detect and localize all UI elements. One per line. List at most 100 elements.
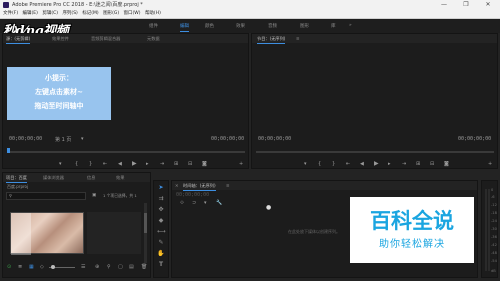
razor-tool-icon[interactable]: ◆ (157, 217, 165, 224)
clip-thumbnail[interactable] (10, 212, 84, 255)
zoom-slider[interactable] (49, 265, 75, 269)
type-tool-icon[interactable]: T (157, 261, 165, 268)
new-item-icon[interactable]: ▢ (118, 264, 123, 270)
workspace-audio[interactable]: 音频 (268, 23, 277, 29)
workspace-effects[interactable]: 效果 (236, 23, 245, 29)
overwrite-icon[interactable]: ⊟ (188, 161, 192, 167)
menu-file[interactable]: 文件(F) (3, 10, 18, 18)
project-search-input[interactable]: ⚲ (6, 192, 86, 200)
insert-icon[interactable]: ⊞ (174, 161, 178, 167)
program-go-to-out-icon[interactable]: ⇥ (402, 161, 406, 167)
list-view-icon[interactable]: ≣ (18, 264, 22, 270)
mark-out-icon[interactable]: } (89, 161, 92, 167)
workspace-assembly[interactable]: 组件 (149, 23, 158, 29)
meter-label-48: -48 (491, 251, 497, 255)
meter-label-42: -42 (491, 243, 497, 247)
program-go-to-in-icon[interactable]: ⇤ (346, 161, 350, 167)
hand-tool-icon[interactable]: ✋ (157, 250, 165, 257)
tab-effects[interactable]: 效果 (116, 175, 124, 181)
find-icon[interactable]: ⚲ (107, 264, 111, 270)
new-folder-icon[interactable]: ▤ (129, 264, 134, 270)
workspace-editing[interactable]: 编辑 (180, 23, 189, 32)
program-time-ruler[interactable] (256, 151, 494, 153)
project-scrollbar[interactable] (144, 203, 147, 263)
program-play-icon[interactable]: ▶ (374, 160, 379, 167)
program-export-frame-icon[interactable]: ◙ (444, 161, 449, 167)
menu-sequence[interactable]: 序列(S) (62, 10, 77, 18)
program-add-button-icon[interactable]: + (488, 161, 492, 167)
source-timecode-duration: 00;00;00;00 (211, 136, 245, 142)
add-marker-timeline-icon[interactable]: ▾ (204, 200, 207, 206)
program-mark-in-icon[interactable]: { (318, 161, 321, 167)
minimize-button[interactable]: — (433, 0, 455, 10)
tab-audio-clip-mixer[interactable]: 音频剪辑混合器 (91, 36, 120, 42)
menu-clip[interactable]: 剪辑(C) (42, 10, 58, 18)
new-bin-icon[interactable]: ▣ (92, 193, 96, 198)
add-marker-icon[interactable]: ▾ (59, 161, 62, 167)
delete-icon[interactable]: 🗑 (141, 264, 147, 270)
selection-tool-icon[interactable]: ➤ (157, 184, 165, 191)
workspace-graphics[interactable]: 图形 (300, 23, 309, 29)
workspace-libraries[interactable]: 库 (331, 23, 336, 29)
program-step-back-icon[interactable]: ◀ (360, 161, 364, 167)
menu-window[interactable]: 窗口(W) (124, 10, 141, 18)
source-playhead[interactable] (7, 148, 10, 153)
lock-icon[interactable]: ⊙ (7, 264, 11, 270)
program-add-marker-icon[interactable]: ▾ (304, 161, 307, 167)
ripple-edit-tool-icon[interactable]: ✥ (157, 206, 165, 213)
extract-icon[interactable]: ⊟ (430, 161, 434, 167)
slip-tool-icon[interactable]: ⟷ (157, 228, 166, 235)
tab-timeline[interactable]: 时间轴：(无序列) (183, 183, 216, 191)
icon-view-icon[interactable]: ▦ (29, 264, 34, 270)
play-icon[interactable]: ▶ (132, 160, 137, 167)
watermark-title: 百科全说 (370, 209, 454, 233)
meter-channel-right (488, 189, 490, 271)
source-add-button-icon[interactable]: + (239, 161, 243, 167)
hint-box: 小提示： 左键点击素材~ 拖动至时间轴中 (7, 67, 111, 120)
go-to-in-icon[interactable]: ⇤ (103, 161, 107, 167)
step-forward-icon[interactable]: ▸ (146, 161, 149, 167)
meter-label-db: dB (491, 269, 496, 273)
export-frame-icon[interactable]: ◙ (202, 161, 207, 167)
program-step-forward-icon[interactable]: ▸ (388, 161, 391, 167)
snap-icon[interactable]: ⟐ (180, 200, 184, 206)
program-mark-out-icon[interactable]: } (332, 161, 335, 167)
timeline-panel-menu-icon[interactable]: ≡ (226, 183, 230, 188)
go-to-out-icon[interactable]: ⇥ (160, 161, 164, 167)
freeform-view-icon[interactable]: ◇ (40, 264, 44, 270)
step-back-icon[interactable]: ◀ (118, 161, 122, 167)
tab-source[interactable]: 源：(无剪辑) (6, 36, 31, 44)
menu-help[interactable]: 帮助(H) (145, 10, 161, 18)
automate-icon[interactable]: ⊕ (95, 264, 99, 270)
source-page-dropdown-icon[interactable]: ▾ (81, 136, 84, 142)
source-time-ruler[interactable] (7, 151, 245, 153)
sort-icon[interactable]: ☰ (81, 264, 85, 270)
timeline-settings-icon[interactable]: 🔧 (216, 200, 222, 206)
program-timecode-current[interactable]: 00;00;00;00 (258, 136, 291, 142)
workspace-more[interactable]: » (349, 23, 352, 28)
pen-tool-icon[interactable]: ✎ (157, 239, 165, 246)
timeline-timecode[interactable]: 00;00;00;00 (176, 192, 209, 198)
program-panel-menu-icon[interactable]: ≡ (296, 36, 300, 41)
menu-marker[interactable]: 标记(M) (82, 10, 98, 18)
lift-icon[interactable]: ⊞ (416, 161, 420, 167)
source-page-select[interactable]: 第 1 页 (55, 136, 71, 143)
track-select-tool-icon[interactable]: ⇉ (157, 195, 165, 202)
menu-edit[interactable]: 编辑(E) (23, 10, 38, 18)
source-timecode-current[interactable]: 00;00;00;00 (9, 136, 42, 142)
tab-effect-controls[interactable]: 效果控件 (52, 36, 69, 42)
tab-project[interactable]: 项目：百度 (6, 175, 27, 183)
linked-selection-icon[interactable]: ⊃ (192, 200, 196, 206)
source-tab-row: 源：(无剪辑) 效果控件 音频剪辑混合器 元数据 (3, 34, 248, 44)
menu-graphics[interactable]: 图形(G) (103, 10, 119, 18)
hint-line-2: 左键点击素材~ (35, 88, 83, 96)
tab-metadata[interactable]: 元数据 (147, 36, 160, 42)
timeline-close-icon[interactable]: ✕ (175, 183, 179, 188)
maximize-button[interactable]: ❐ (455, 0, 477, 10)
close-button[interactable]: ✕ (477, 0, 499, 10)
mark-in-icon[interactable]: { (75, 161, 78, 167)
tab-info[interactable]: 信息 (87, 175, 95, 181)
tab-media-browser[interactable]: 媒体浏览器 (43, 175, 64, 181)
workspace-color-label[interactable]: 颜色 (205, 24, 214, 29)
tab-program[interactable]: 节目：(无序列) (257, 36, 286, 44)
